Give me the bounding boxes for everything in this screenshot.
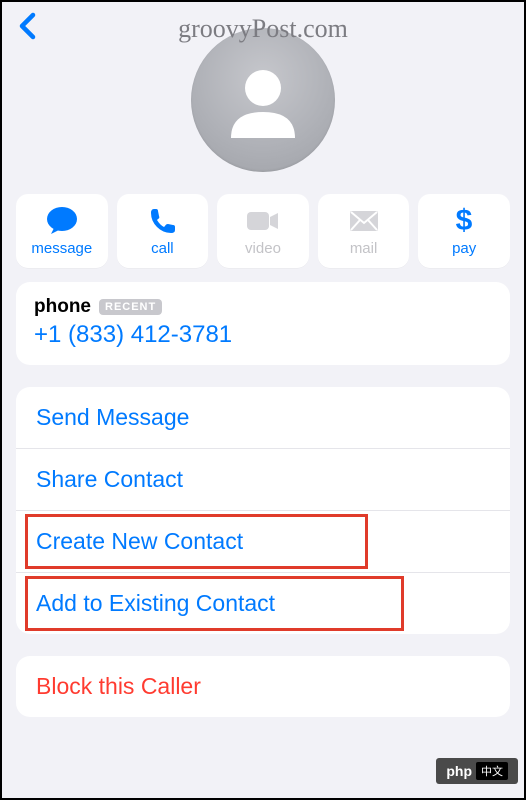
- video-label: video: [245, 240, 281, 257]
- call-label: call: [151, 240, 174, 257]
- person-icon: [213, 50, 313, 150]
- video-icon: [246, 210, 280, 232]
- pay-label: pay: [452, 240, 476, 257]
- mail-icon: [349, 210, 379, 232]
- video-button[interactable]: video: [217, 194, 309, 268]
- dollar-icon: $: [455, 206, 473, 236]
- avatar[interactable]: [191, 28, 335, 172]
- php-badge-suffix: 中文: [476, 762, 508, 780]
- create-new-contact-label: Create New Contact: [36, 528, 243, 554]
- share-contact-option[interactable]: Share Contact: [16, 448, 510, 510]
- actions-row: message call video: [2, 182, 524, 282]
- header: groovyPost.com: [2, 2, 524, 182]
- svg-text:$: $: [456, 206, 473, 236]
- message-label: message: [31, 240, 92, 257]
- phone-card[interactable]: phone RECENT +1 (833) 412-3781: [16, 282, 510, 365]
- php-badge: php 中文: [436, 758, 518, 784]
- send-message-label: Send Message: [36, 404, 189, 430]
- add-to-existing-contact-option[interactable]: Add to Existing Contact: [16, 572, 510, 634]
- message-button[interactable]: message: [16, 194, 108, 268]
- chevron-left-icon: [18, 12, 38, 40]
- send-message-option[interactable]: Send Message: [16, 387, 510, 448]
- phone-icon: [148, 207, 176, 235]
- add-to-existing-contact-label: Add to Existing Contact: [36, 590, 275, 616]
- mail-button[interactable]: mail: [318, 194, 410, 268]
- pay-button[interactable]: $ pay: [418, 194, 510, 268]
- block-caller-label: Block this Caller: [36, 673, 201, 699]
- share-contact-label: Share Contact: [36, 466, 183, 492]
- back-button[interactable]: [10, 8, 46, 44]
- phone-number: +1 (833) 412-3781: [34, 321, 492, 349]
- php-badge-text: php: [446, 763, 472, 779]
- call-button[interactable]: call: [117, 194, 209, 268]
- block-caller-option[interactable]: Block this Caller: [16, 656, 510, 717]
- options-card: Send Message Share Contact Create New Co…: [16, 387, 510, 634]
- avatar-container: [2, 10, 524, 182]
- phone-label: phone: [34, 296, 91, 318]
- message-icon: [45, 206, 79, 236]
- mail-label: mail: [350, 240, 378, 257]
- create-new-contact-option[interactable]: Create New Contact: [16, 510, 510, 572]
- recent-badge: RECENT: [99, 299, 162, 315]
